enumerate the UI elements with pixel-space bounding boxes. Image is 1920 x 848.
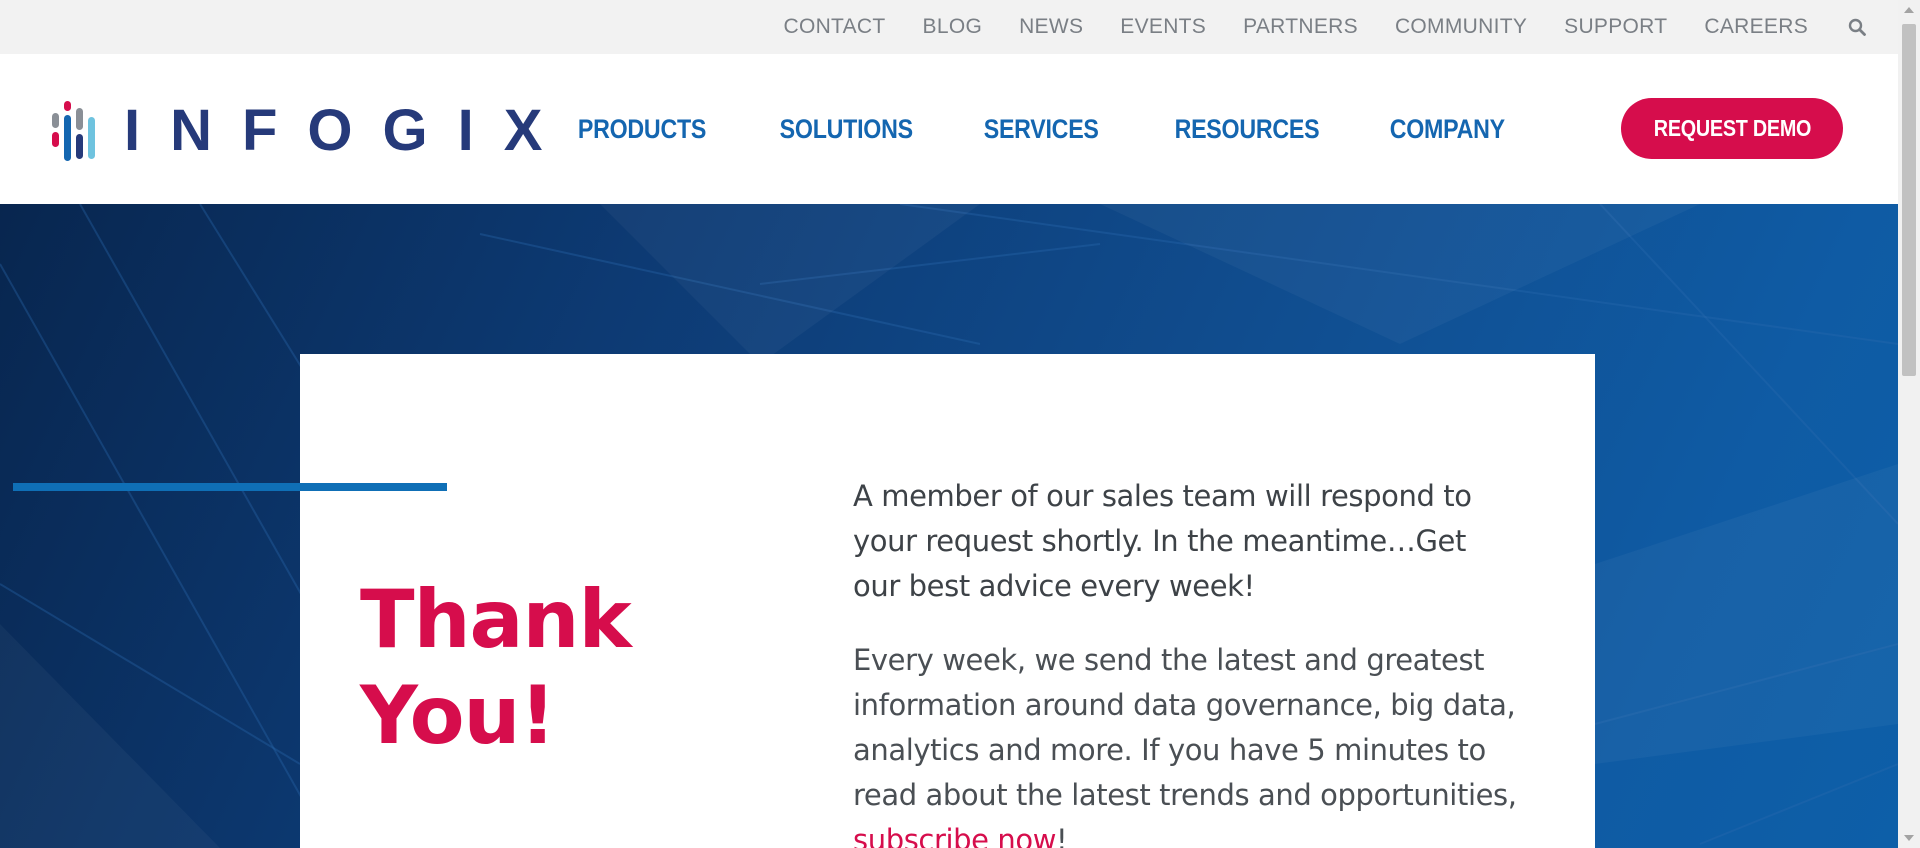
hero-section: Thank You! A member of our sales team wi… xyxy=(0,204,1898,848)
main-nav: PRODUCTS SOLUTIONS SERVICES RESOURCES CO… xyxy=(505,54,1505,204)
utility-link-support[interactable]: SUPPORT xyxy=(1564,15,1667,39)
utility-link-news[interactable]: NEWS xyxy=(1019,15,1083,39)
search-icon[interactable] xyxy=(1848,17,1868,37)
utility-link-partners[interactable]: PARTNERS xyxy=(1243,15,1358,39)
utility-link-careers[interactable]: CAREERS xyxy=(1704,15,1808,39)
nav-company[interactable]: COMPANY xyxy=(1390,114,1505,145)
utility-link-contact[interactable]: CONTACT xyxy=(783,15,885,39)
nav-services[interactable]: SERVICES xyxy=(984,114,1099,145)
utility-link-events[interactable]: EVENTS xyxy=(1120,15,1206,39)
request-demo-label: REQUEST DEMO xyxy=(1653,115,1811,141)
accent-divider xyxy=(13,483,447,491)
thank-you-heading: Thank You! xyxy=(360,573,632,762)
page-scrollbar[interactable] xyxy=(1898,0,1920,848)
nav-resources[interactable]: RESOURCES xyxy=(1174,114,1319,145)
thank-you-card: Thank You! A member of our sales team wi… xyxy=(300,354,1595,848)
infogix-logo[interactable]: INFOGIX xyxy=(52,99,572,163)
utility-link-blog[interactable]: BLOG xyxy=(923,15,983,39)
utility-bar: CONTACT BLOG NEWS EVENTS PARTNERS COMMUN… xyxy=(0,0,1898,54)
scrollbar-thumb[interactable] xyxy=(1902,24,1916,376)
nav-solutions[interactable]: SOLUTIONS xyxy=(780,114,913,145)
utility-nav: CONTACT BLOG NEWS EVENTS PARTNERS COMMUN… xyxy=(746,0,1868,54)
nav-products[interactable]: PRODUCTS xyxy=(578,114,706,145)
subscribe-paragraph: Every week, we send the latest and great… xyxy=(853,638,1533,848)
subscribe-body-text: Every week, we send the latest and great… xyxy=(853,643,1517,812)
utility-link-community[interactable]: COMMUNITY xyxy=(1395,15,1527,39)
site-header: INFOGIX PRODUCTS SOLUTIONS SERVICES RESO… xyxy=(0,54,1898,204)
lead-paragraph: A member of our sales team will respond … xyxy=(853,479,1472,603)
subscribe-suffix: ! xyxy=(1056,823,1068,848)
scroll-up-arrow-icon[interactable] xyxy=(1898,0,1920,20)
subscribe-now-link[interactable]: subscribe now xyxy=(853,823,1056,848)
logo-mark-icon xyxy=(52,101,95,161)
request-demo-button[interactable]: REQUEST DEMO xyxy=(1621,98,1843,159)
scroll-down-arrow-icon[interactable] xyxy=(1898,828,1920,848)
